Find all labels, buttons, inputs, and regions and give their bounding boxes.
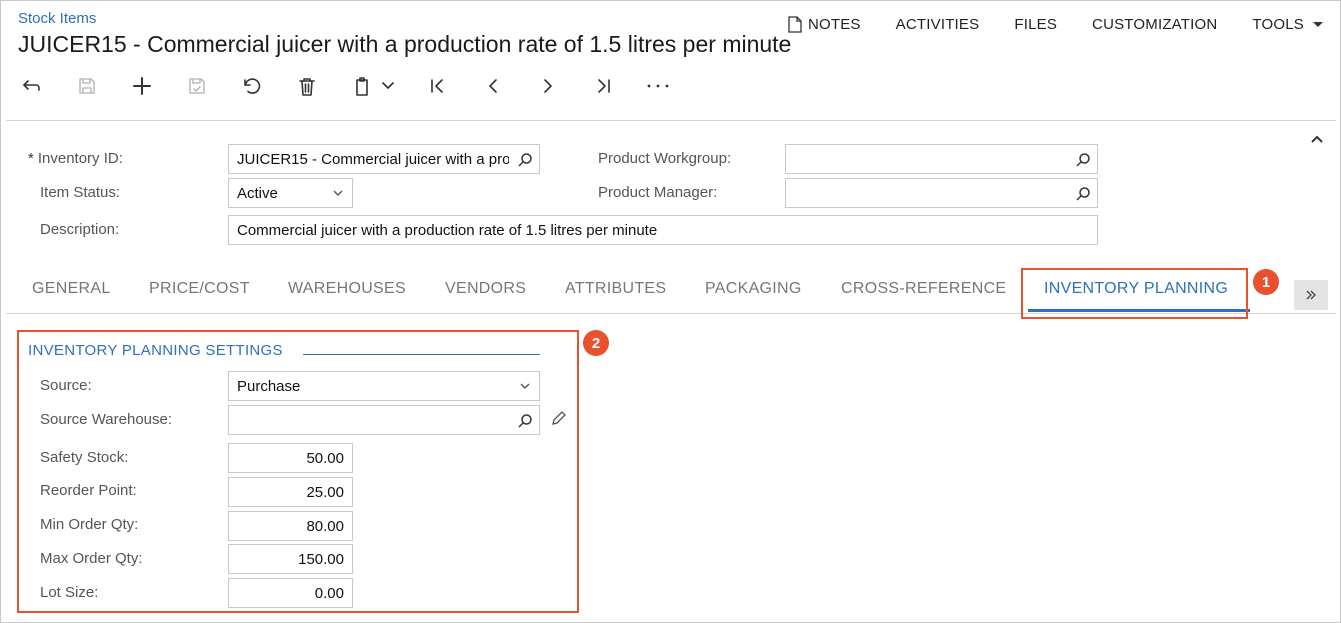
safety-stock-field[interactable]: 50.00 [228,443,353,473]
min-order-qty-label: Min Order Qty: [40,516,139,533]
save-button[interactable] [69,70,105,102]
previous-record-icon [489,79,497,93]
min-order-qty-field[interactable]: 80.00 [228,511,353,541]
max-order-qty-value: 150.00 [298,550,344,568]
more-icon [647,84,669,88]
search-icon[interactable] [1075,186,1091,202]
customization-label: CUSTOMIZATION [1092,16,1218,33]
lot-size-value: 0.00 [314,584,344,602]
undo-button[interactable] [234,70,270,102]
source-select[interactable]: Purchase [228,371,540,401]
tab-vendors[interactable]: VENDORS [445,280,526,298]
tab-price-cost[interactable]: PRICE/COST [149,280,250,298]
collapse-button[interactable] [1310,131,1324,149]
callout-box-1 [1021,268,1248,319]
product-manager-field[interactable] [785,178,1098,208]
save-icon [79,78,95,94]
search-icon[interactable] [517,413,533,429]
activities-button[interactable]: ACTIVITIES [896,16,980,33]
last-record-button[interactable] [585,70,621,102]
tools-menu-button[interactable]: TOOLS [1252,16,1323,33]
back-button[interactable] [14,70,50,102]
add-button[interactable] [124,70,160,102]
required-mark: * [28,150,34,167]
files-label: FILES [1014,16,1058,33]
inventory-id-value: JUICER15 - Commercial juicer with a prod… [237,150,509,168]
first-record-icon [431,79,443,93]
search-icon[interactable] [1075,152,1091,168]
first-record-button[interactable] [420,70,456,102]
item-status-value: Active [237,184,278,202]
reorder-point-value: 25.00 [306,483,344,501]
section-title-inventory-planning-settings: INVENTORY PLANNING SETTINGS [28,342,283,359]
max-order-qty-field[interactable]: 150.00 [228,544,353,574]
save-as-button[interactable] [179,70,215,102]
tab-packaging[interactable]: PACKAGING [705,280,802,298]
max-order-qty-label: Max Order Qty: [40,550,143,567]
last-record-icon [598,79,610,93]
double-chevron-right-icon [1306,290,1316,300]
top-menu: NOTES ACTIVITIES FILES CUSTOMIZATION TOO… [753,16,1323,33]
next-record-icon [544,79,552,93]
search-icon[interactable] [517,152,533,168]
chevron-down-icon [333,190,343,196]
delete-button[interactable] [289,70,325,102]
description-value: Commercial juicer with a production rate… [237,221,658,239]
reorder-point-field[interactable]: 25.00 [228,477,353,507]
inventory-id-label-text: Inventory ID: [37,150,123,167]
next-record-button[interactable] [530,70,566,102]
product-workgroup-field[interactable] [785,144,1098,174]
chevron-up-icon [1311,135,1323,143]
description-field[interactable]: Commercial juicer with a production rate… [228,215,1098,245]
callout-badge-2: 2 [583,330,609,356]
notes-button[interactable]: NOTES [788,16,861,33]
product-workgroup-label: Product Workgroup: [598,150,732,167]
source-label: Source: [40,377,92,394]
callout-badge-1: 1 [1253,269,1279,295]
save-as-icon [189,78,205,94]
tab-attributes[interactable]: ATTRIBUTES [565,280,666,298]
item-status-select[interactable]: Active [228,178,353,208]
previous-record-button[interactable] [475,70,511,102]
clipboard-icon [356,76,368,96]
safety-stock-label: Safety Stock: [40,449,129,466]
pencil-icon [552,411,566,425]
breadcrumb-stock-items[interactable]: Stock Items [18,10,96,27]
item-status-label: Item Status: [40,184,121,201]
more-button[interactable] [640,70,676,102]
add-icon [133,77,151,95]
source-value: Purchase [237,377,301,395]
activities-label: ACTIVITIES [895,16,980,33]
copy-paste-button[interactable] [346,70,402,102]
customization-button[interactable]: CUSTOMIZATION [1092,16,1217,33]
chevron-down-icon [382,82,394,89]
tab-general[interactable]: GENERAL [32,280,111,298]
tab-warehouses[interactable]: WAREHOUSES [288,280,406,298]
tools-label: TOOLS [1252,16,1304,33]
tab-cross-reference[interactable]: CROSS-REFERENCE [841,280,1006,298]
notes-icon [788,16,802,33]
product-manager-label: Product Manager: [598,184,718,201]
page-title: JUICER15 - Commercial juicer with a prod… [18,31,792,57]
tab-scroll-button[interactable] [1294,280,1328,310]
files-button[interactable]: FILES [1014,16,1057,33]
source-warehouse-label: Source Warehouse: [40,411,173,428]
notes-label: NOTES [807,16,861,33]
section-divider [303,354,540,355]
safety-stock-value: 50.00 [306,449,344,467]
lot-size-label: Lot Size: [40,584,99,601]
back-icon [23,80,40,91]
source-warehouse-field[interactable] [228,405,540,435]
lot-size-field[interactable]: 0.00 [228,578,353,608]
inventory-id-field[interactable]: JUICER15 - Commercial juicer with a prod… [228,144,540,174]
min-order-qty-value: 80.00 [306,517,344,535]
chevron-down-icon [520,383,530,389]
delete-icon [299,77,315,96]
caret-down-icon [1313,22,1323,27]
description-label: Description: [40,221,120,238]
inventory-id-label: * Inventory ID: [28,150,123,167]
edit-button[interactable] [550,410,567,432]
reorder-point-label: Reorder Point: [40,482,137,499]
undo-icon [244,78,261,94]
